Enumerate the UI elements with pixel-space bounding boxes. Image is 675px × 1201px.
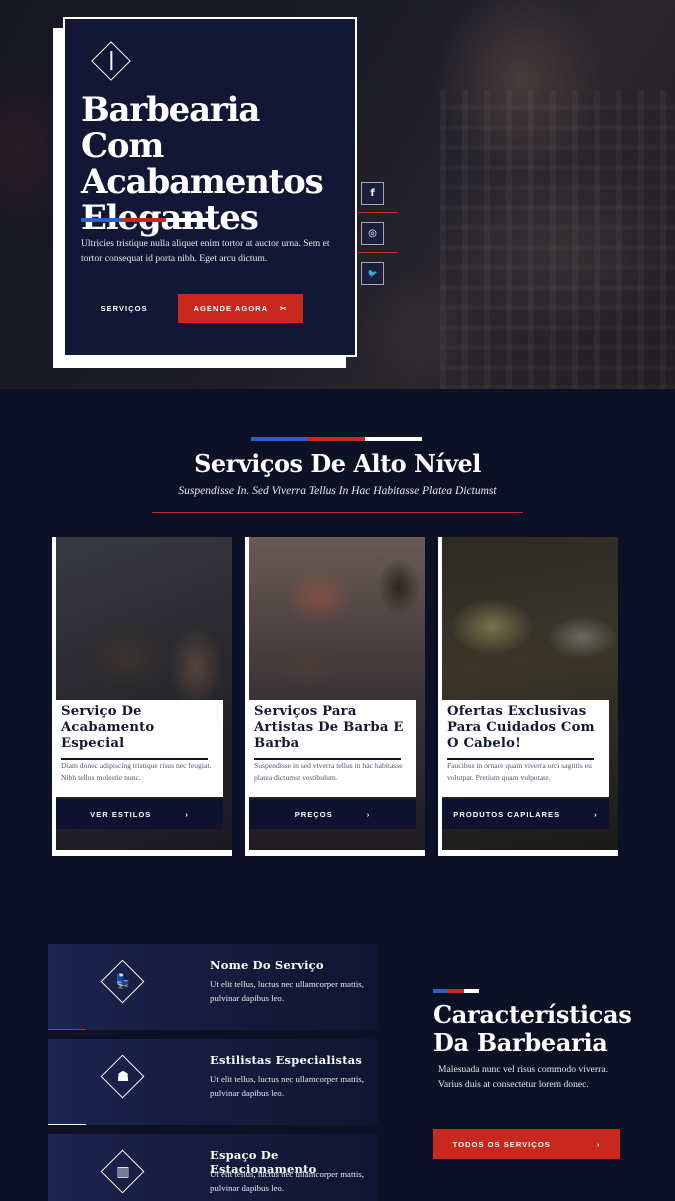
feature-title: Estilistas Especialistas — [210, 1053, 363, 1067]
servicos-button[interactable]: SERVIÇOS — [81, 294, 167, 322]
feature-text: Ut elit tellus, luctus nec ullamcorper m… — [210, 1074, 364, 1098]
hero-description: Ultricies tristique nulla aliquet enim t… — [81, 238, 330, 264]
chevron-right-icon: › — [594, 809, 598, 819]
card-text: Diam donec adipiscing tristique risus ne… — [61, 761, 212, 782]
chevron-right-icon: › — [596, 1139, 601, 1149]
caracteristicas-title: Características Da Barbearia — [433, 1000, 632, 1057]
precos-button[interactable]: PREÇOS › — [249, 799, 416, 829]
scissors-icon: ✂ — [280, 304, 288, 313]
chevron-right-icon: › — [185, 809, 189, 819]
tricolor-divider — [251, 437, 422, 441]
card-title: Ofertas Exclusivas Para Cuidados Com O C… — [447, 704, 595, 751]
social-divider — [357, 212, 397, 213]
barber-chair-icon: 💺 — [114, 974, 132, 990]
hero-title: Barbearia Com Acabamentos Elegantes — [81, 90, 324, 238]
feature-title: Nome Do Serviço — [210, 958, 324, 972]
tricolor-divider — [433, 989, 479, 993]
service-card: Serviço De Acabamento Especial Diam done… — [52, 537, 232, 856]
barber-pole-icon: ▥ — [116, 1164, 130, 1180]
ver-estilos-button[interactable]: VER ESTILOS › — [56, 799, 223, 829]
todos-os-servicos-button[interactable]: TODOS OS SERVIÇOS › — [433, 1129, 620, 1159]
produtos-capilares-button[interactable]: PRODUTOS CAPILARES › — [442, 799, 609, 829]
feature-item: ☗ Estilistas Especialistas Ut elit tellu… — [48, 1039, 379, 1125]
tricolor-divider — [81, 218, 208, 222]
feature-item: 💺 Nome Do Serviço Ut elit tellus, luctus… — [48, 944, 379, 1030]
service-card: Ofertas Exclusivas Para Cuidados Com O C… — [438, 537, 618, 856]
card-text: Faucibus in ornare quam viverra orci sag… — [447, 761, 592, 782]
services-title: Serviços De Alto Nível — [194, 449, 481, 478]
card-title: Serviços Para Artistas De Barba E Barba — [254, 704, 404, 751]
card-text: Suspendisse in sed viverra tellus in hac… — [254, 761, 403, 782]
services-subtitle: Suspendisse In. Sed Viverra Tellus In Ha… — [178, 485, 497, 497]
card-title: Serviço De Acabamento Especial — [61, 704, 155, 751]
instagram-icon[interactable]: ◎ — [361, 222, 384, 245]
feature-item: ▥ Espaço De Estacionamento Ut elit tellu… — [48, 1134, 379, 1201]
services-divider — [152, 512, 523, 513]
chevron-right-icon: › — [366, 809, 371, 819]
caracteristicas-description: Malesuada nunc vel risus commodo viverra… — [438, 1064, 608, 1090]
facebook-icon[interactable]: f — [361, 182, 384, 205]
feature-text: Ut elit tellus, luctus nec ullamcorper m… — [210, 979, 364, 1003]
service-card: Serviços Para Artistas De Barba E Barba … — [245, 537, 425, 856]
twitter-icon[interactable]: 🐦 — [361, 262, 384, 285]
social-divider — [357, 252, 397, 253]
beard-icon: ☗ — [116, 1069, 130, 1085]
agende-agora-button[interactable]: AGENDE AGORA ✂ — [178, 294, 303, 323]
feature-text: Ut elit tellus, luctus nec ullamcorper m… — [210, 1169, 364, 1193]
